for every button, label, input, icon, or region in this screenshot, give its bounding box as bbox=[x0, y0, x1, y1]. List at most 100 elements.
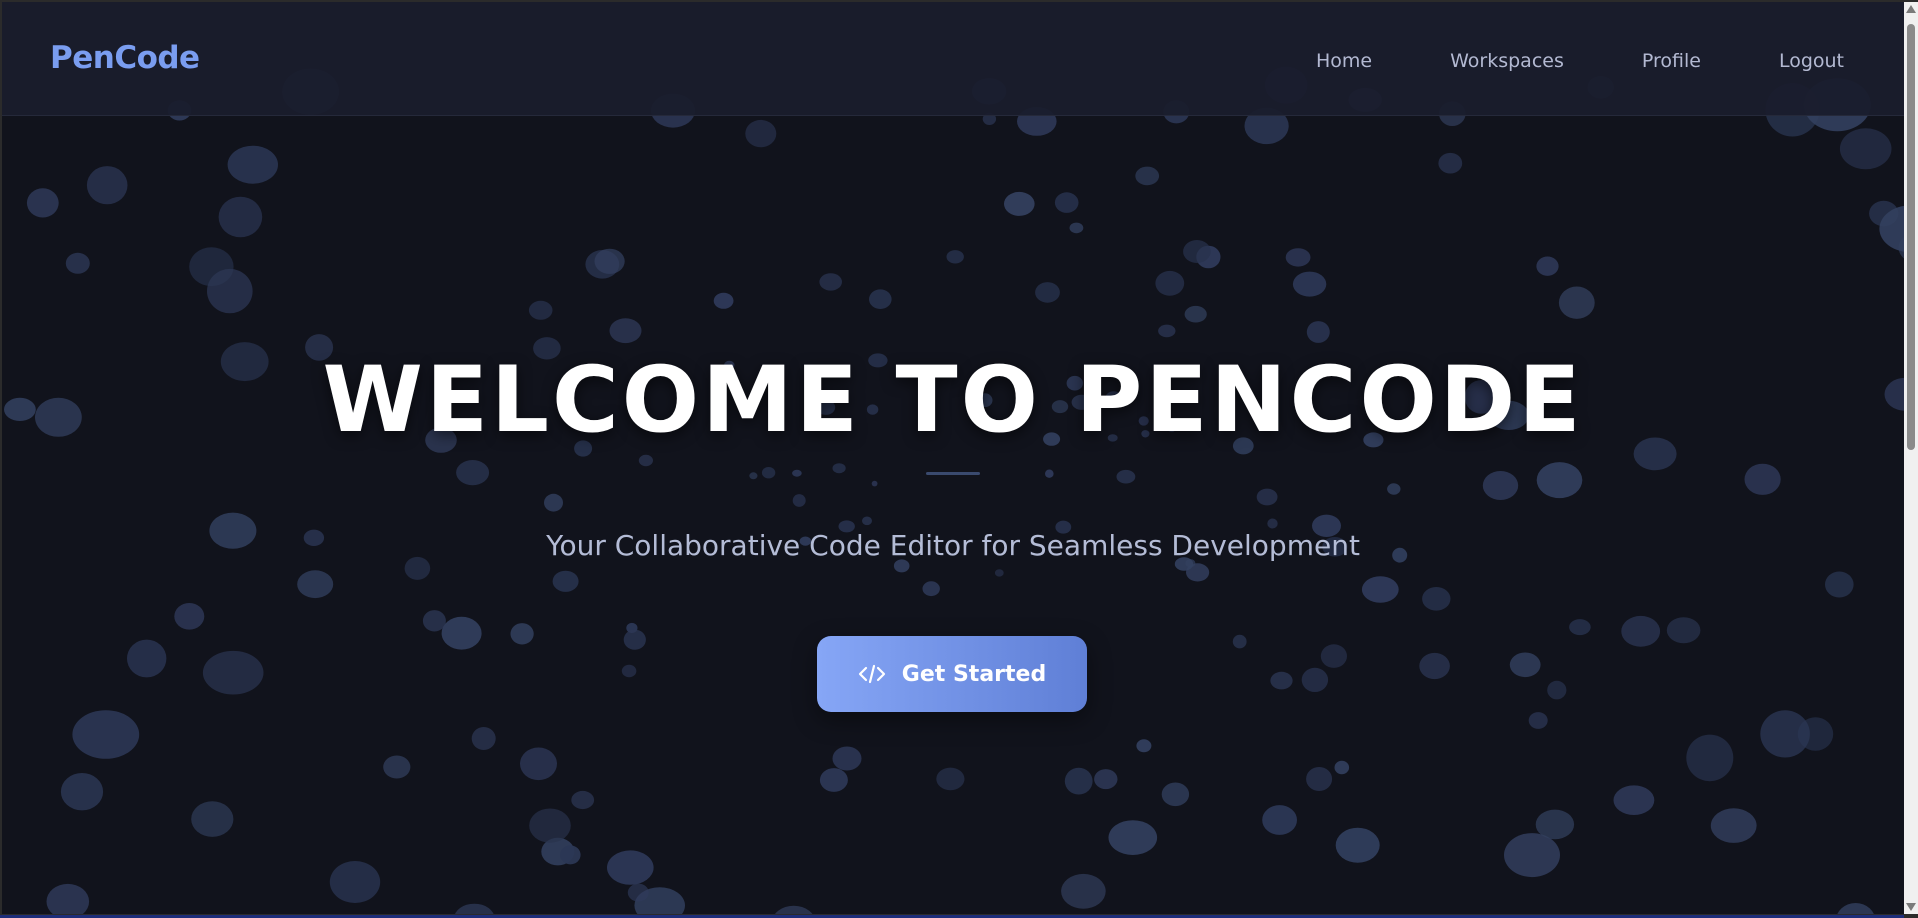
particle-bubble bbox=[832, 463, 846, 474]
particle-bubble bbox=[191, 801, 234, 837]
particle-bubble bbox=[792, 494, 806, 507]
particle-bubble bbox=[1116, 469, 1136, 484]
hero-title: WELCOME TO PENCODE bbox=[322, 348, 1584, 453]
particle-bubble bbox=[1064, 767, 1093, 795]
get-started-button[interactable]: Get Started bbox=[817, 636, 1087, 712]
particle-bubble bbox=[1320, 644, 1347, 668]
particle-bubble bbox=[819, 768, 848, 792]
particle-bubble bbox=[207, 268, 253, 314]
hero-subtitle: Your Collaborative Code Editor for Seaml… bbox=[546, 529, 1360, 562]
particle-bubble bbox=[1069, 222, 1084, 234]
get-started-label: Get Started bbox=[901, 661, 1047, 687]
scroll-up-arrow-icon[interactable] bbox=[1906, 5, 1916, 13]
particle-bubble bbox=[1419, 652, 1450, 680]
particle-bubble bbox=[1744, 463, 1781, 495]
particle-background bbox=[4, 66, 1904, 914]
nav-links: Home Workspaces Profile Logout bbox=[1316, 50, 1844, 72]
particle-bubble bbox=[227, 145, 278, 184]
particle-bubble bbox=[1686, 734, 1734, 782]
particle-bubble bbox=[72, 710, 140, 759]
particle-bubble bbox=[202, 650, 264, 695]
particle-bubble bbox=[174, 603, 205, 630]
particle-bubble bbox=[1004, 191, 1035, 216]
particle-bubble bbox=[623, 629, 646, 650]
particle-bubble bbox=[1879, 205, 1904, 252]
scroll-thumb[interactable] bbox=[1907, 24, 1915, 450]
particle-bubble bbox=[713, 292, 734, 309]
particle-bubble bbox=[529, 808, 571, 843]
particle-bubble bbox=[936, 767, 965, 791]
particle-bubble bbox=[329, 861, 381, 903]
particle-bubble bbox=[594, 248, 625, 274]
particle-bubble bbox=[1135, 166, 1160, 186]
particle-bubble bbox=[60, 773, 104, 811]
particle-bubble bbox=[627, 883, 649, 902]
particle-bubble bbox=[792, 469, 802, 477]
particle-bubble bbox=[1262, 805, 1297, 835]
particle-bubble bbox=[510, 623, 534, 645]
particle-bubble bbox=[1621, 615, 1661, 647]
particle-bubble bbox=[1184, 305, 1207, 323]
particle-bubble bbox=[1094, 769, 1118, 790]
particle-bubble bbox=[1535, 809, 1575, 840]
particle-bubble bbox=[1054, 192, 1079, 213]
particle-bubble bbox=[1292, 271, 1327, 297]
title-divider bbox=[926, 472, 980, 475]
nav-link-profile[interactable]: Profile bbox=[1642, 50, 1701, 72]
particle-bubble bbox=[1334, 760, 1350, 775]
particle-bubble bbox=[1710, 808, 1757, 843]
particle-bubble bbox=[1232, 634, 1247, 649]
particle-bubble bbox=[1528, 712, 1548, 729]
brand-logo[interactable]: PenCode bbox=[50, 40, 200, 76]
particle-bubble bbox=[994, 569, 1004, 577]
particle-bubble bbox=[1547, 680, 1567, 700]
nav-link-home[interactable]: Home bbox=[1316, 50, 1372, 72]
particle-bubble bbox=[26, 188, 59, 218]
particle-bubble bbox=[1438, 152, 1463, 174]
particle-bubble bbox=[1666, 617, 1701, 644]
particle-bubble bbox=[455, 903, 494, 914]
particle-bubble bbox=[1196, 245, 1221, 269]
particle-bubble bbox=[1301, 667, 1329, 693]
scroll-down-arrow-icon[interactable] bbox=[1906, 903, 1916, 911]
particle-bubble bbox=[65, 252, 90, 274]
particle-bubble bbox=[1158, 324, 1176, 338]
vertical-scrollbar[interactable] bbox=[1904, 2, 1918, 914]
particle-bubble bbox=[552, 570, 579, 592]
particle-bubble bbox=[1270, 671, 1293, 690]
particle-bubble bbox=[1186, 563, 1210, 582]
particle-bubble bbox=[1285, 248, 1311, 267]
particle-bubble bbox=[218, 196, 263, 238]
particle-bubble bbox=[1335, 827, 1380, 863]
nav-link-logout[interactable]: Logout bbox=[1779, 50, 1844, 72]
particle-bubble bbox=[528, 300, 553, 320]
particle-bubble bbox=[1536, 256, 1559, 276]
particle-bubble bbox=[1825, 571, 1854, 598]
particle-bubble bbox=[544, 493, 563, 512]
particle-bubble bbox=[1504, 833, 1560, 878]
particle-bubble bbox=[1509, 652, 1541, 678]
particle-bubble bbox=[832, 746, 862, 771]
particle-bubble bbox=[383, 755, 411, 779]
particle-bubble bbox=[609, 318, 642, 344]
particle-bubble bbox=[607, 850, 654, 885]
particle-bubble bbox=[761, 467, 776, 479]
particle-bubble bbox=[520, 747, 557, 781]
particle-bubble bbox=[422, 610, 446, 632]
particle-bubble bbox=[127, 639, 167, 678]
particle-bubble bbox=[819, 273, 842, 291]
particle-bubble bbox=[871, 480, 878, 487]
particle-bubble bbox=[1061, 873, 1106, 909]
particle-bubble bbox=[1045, 469, 1054, 478]
particle-bubble bbox=[1035, 282, 1060, 303]
particle-bubble bbox=[621, 664, 637, 678]
code-icon bbox=[858, 663, 886, 685]
particle-bubble bbox=[1306, 321, 1330, 343]
particle-bubble bbox=[1136, 739, 1152, 753]
particle-bubble bbox=[1536, 462, 1583, 499]
particle-bubble bbox=[1306, 767, 1333, 791]
particle-bubble bbox=[1569, 619, 1591, 636]
particle-bubble bbox=[626, 622, 638, 634]
particle-bubble bbox=[774, 905, 813, 914]
nav-link-workspaces[interactable]: Workspaces bbox=[1450, 50, 1564, 72]
